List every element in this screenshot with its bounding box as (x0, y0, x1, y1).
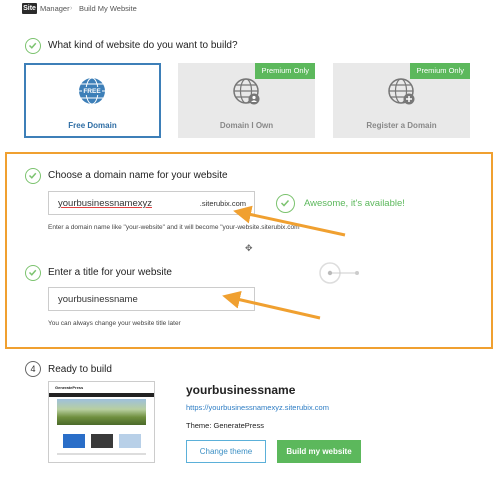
build-website-button[interactable]: Build my website (277, 440, 361, 463)
site-title: yourbusinessname (186, 383, 296, 397)
preview-brand: GeneratePress (55, 385, 84, 390)
theme-name: Theme: GeneratePress (186, 421, 264, 430)
arrow-to-title-field (222, 290, 321, 320)
theme-preview-thumbnail: GeneratePress (48, 381, 155, 463)
preview-tile-light (119, 434, 141, 448)
preview-nav-bar (49, 393, 154, 397)
site-url-link[interactable]: https://yourbusinessnamexyz.siterubix.co… (186, 403, 329, 412)
preview-tile-dark (91, 434, 113, 448)
preview-tile-blue (63, 434, 85, 448)
step4-number: 4 (25, 361, 41, 377)
change-theme-button[interactable]: Change theme (186, 440, 266, 463)
preview-hero-image (57, 399, 146, 425)
preview-footer-line (57, 453, 146, 455)
arrow-to-domain-field (233, 205, 346, 237)
step4-question: Ready to build (48, 364, 112, 375)
